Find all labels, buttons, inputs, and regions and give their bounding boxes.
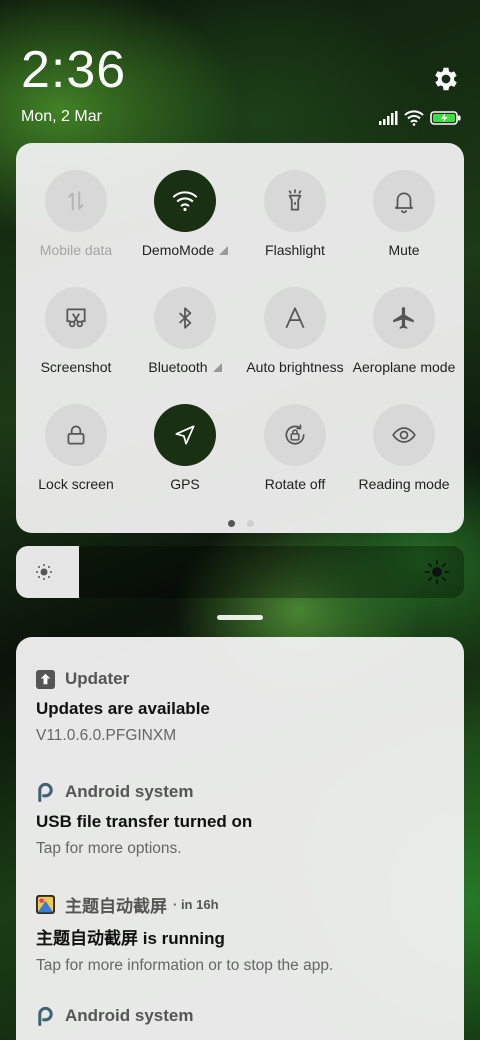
tile-demomode[interactable]: DemoMode — [130, 170, 240, 270]
clock[interactable]: 2:36 — [21, 40, 126, 100]
rotation-lock-icon — [285, 424, 305, 445]
tile-mobile-data-label: Mobile data — [39, 242, 113, 258]
notification-app-name: Android system — [65, 782, 194, 801]
tile-reading-mode[interactable]: Reading mode — [349, 404, 459, 504]
notification-app-name: Updater — [65, 669, 130, 688]
page-dot[interactable] — [247, 520, 254, 527]
wifi-icon — [404, 110, 424, 126]
notification-android-system[interactable]: Android system — [36, 1004, 456, 1028]
auto-brightness-icon — [285, 307, 305, 329]
tile-flashlight-toggle[interactable] — [264, 170, 326, 232]
notification-time: · in 16h — [173, 896, 219, 912]
tile-screenshot[interactable]: Screenshot — [21, 287, 131, 387]
notification-body: Tap for more options. — [36, 840, 182, 857]
tile-aeroplane-mode-toggle[interactable] — [373, 287, 435, 349]
lock-icon — [67, 425, 85, 445]
tile-demomode-toggle[interactable] — [154, 170, 216, 232]
tile-gps-label: GPS — [170, 476, 200, 492]
bell-icon — [395, 192, 413, 214]
notification-title: USB file transfer turned on — [36, 812, 253, 831]
status-icons — [378, 108, 462, 128]
navigation-arrow-icon — [175, 425, 195, 445]
brightness-low-icon — [36, 564, 52, 580]
tile-demomode-label: DemoMode — [141, 242, 215, 258]
settings-button[interactable] — [431, 64, 461, 94]
notification-app-name: Android system — [65, 1006, 194, 1025]
notification-updater[interactable]: Updater Updates are available V11.0.6.0.… — [36, 667, 456, 745]
page-indicator — [228, 520, 254, 527]
screenshot-icon — [66, 308, 86, 328]
android-system-icon — [38, 782, 53, 802]
notification-header: Android system — [36, 1004, 456, 1028]
notification-header: Updater — [36, 667, 456, 691]
notification-header: 主题自动截屏 · in 16h — [36, 892, 456, 916]
android-system-icon — [38, 1006, 53, 1026]
tile-mobile-data-toggle[interactable] — [45, 170, 107, 232]
airplane-icon — [393, 307, 414, 329]
tile-bluetooth[interactable]: Bluetooth — [130, 287, 240, 387]
tile-bluetooth-label: Bluetooth — [148, 359, 208, 375]
notification-theme-screenshot[interactable]: 主题自动截屏 · in 16h 主题自动截屏 is running Tap fo… — [36, 892, 456, 975]
tile-aeroplane-mode[interactable]: Aeroplane mode — [349, 287, 459, 387]
tile-auto-brightness-toggle[interactable] — [264, 287, 326, 349]
tile-demomode-label-row: DemoMode — [141, 242, 229, 258]
tile-rotate-off-label: Rotate off — [264, 476, 326, 492]
gear-icon — [435, 67, 457, 91]
notification-body: V11.0.6.0.PFGINXM — [36, 727, 177, 744]
brightness-slider[interactable] — [16, 546, 464, 598]
tile-flashlight-label: Flashlight — [265, 242, 325, 258]
tile-screenshot-toggle[interactable] — [45, 287, 107, 349]
tile-gps[interactable]: GPS — [130, 404, 240, 504]
theme-app-icon — [36, 894, 55, 914]
tile-gps-toggle[interactable] — [154, 404, 216, 466]
notifications-panel: Updater Updates are available V11.0.6.0.… — [16, 637, 464, 1040]
tile-reading-mode-label: Reading mode — [358, 476, 450, 492]
notification-title: 主题自动截屏 is running — [36, 929, 225, 948]
tile-rotate-off-toggle[interactable] — [264, 404, 326, 466]
page-dot-active[interactable] — [228, 520, 235, 527]
notification-app-name: 主题自动截屏 — [65, 896, 167, 916]
tile-bluetooth-label-row: Bluetooth — [148, 359, 222, 375]
notification-body: Tap for more information or to stop the … — [36, 957, 334, 974]
tile-reading-mode-toggle[interactable] — [373, 404, 435, 466]
quick-settings-panel: Mobile data DemoMode Flashlight Mute Scr… — [16, 143, 464, 533]
notification-title: Updates are available — [36, 699, 210, 718]
signal-icon — [379, 111, 398, 125]
tile-lock-screen-toggle[interactable] — [45, 404, 107, 466]
battery-charging-icon — [430, 111, 461, 125]
date[interactable]: Mon, 2 Mar — [21, 108, 102, 126]
updater-icon — [36, 669, 55, 689]
tile-mute[interactable]: Mute — [349, 170, 459, 270]
tile-mute-label: Mute — [388, 242, 420, 258]
tile-aeroplane-mode-label: Aeroplane mode — [352, 359, 456, 375]
tile-auto-brightness[interactable]: Auto brightness — [240, 287, 350, 387]
tile-lock-screen-label: Lock screen — [38, 476, 114, 492]
drag-handle[interactable] — [217, 615, 263, 620]
tile-rotate-off[interactable]: Rotate off — [240, 404, 350, 504]
tile-bluetooth-toggle[interactable] — [154, 287, 216, 349]
eye-icon — [392, 427, 416, 443]
bluetooth-icon — [179, 307, 192, 329]
expand-menu-icon[interactable] — [212, 362, 222, 372]
tile-auto-brightness-label: Auto brightness — [246, 359, 344, 375]
tile-screenshot-label: Screenshot — [40, 359, 112, 375]
wifi-icon — [172, 191, 198, 212]
tile-lock-screen[interactable]: Lock screen — [21, 404, 131, 504]
tile-flashlight[interactable]: Flashlight — [240, 170, 350, 270]
notification-usb-transfer[interactable]: Android system USB file transfer turned … — [36, 780, 456, 858]
mobile-data-icon — [68, 191, 84, 211]
notification-header: Android system — [36, 780, 456, 804]
flashlight-icon — [288, 189, 302, 211]
tile-mute-toggle[interactable] — [373, 170, 435, 232]
expand-menu-icon[interactable] — [219, 245, 229, 255]
brightness-high-icon — [424, 559, 450, 585]
tile-mobile-data[interactable]: Mobile data — [21, 170, 131, 270]
